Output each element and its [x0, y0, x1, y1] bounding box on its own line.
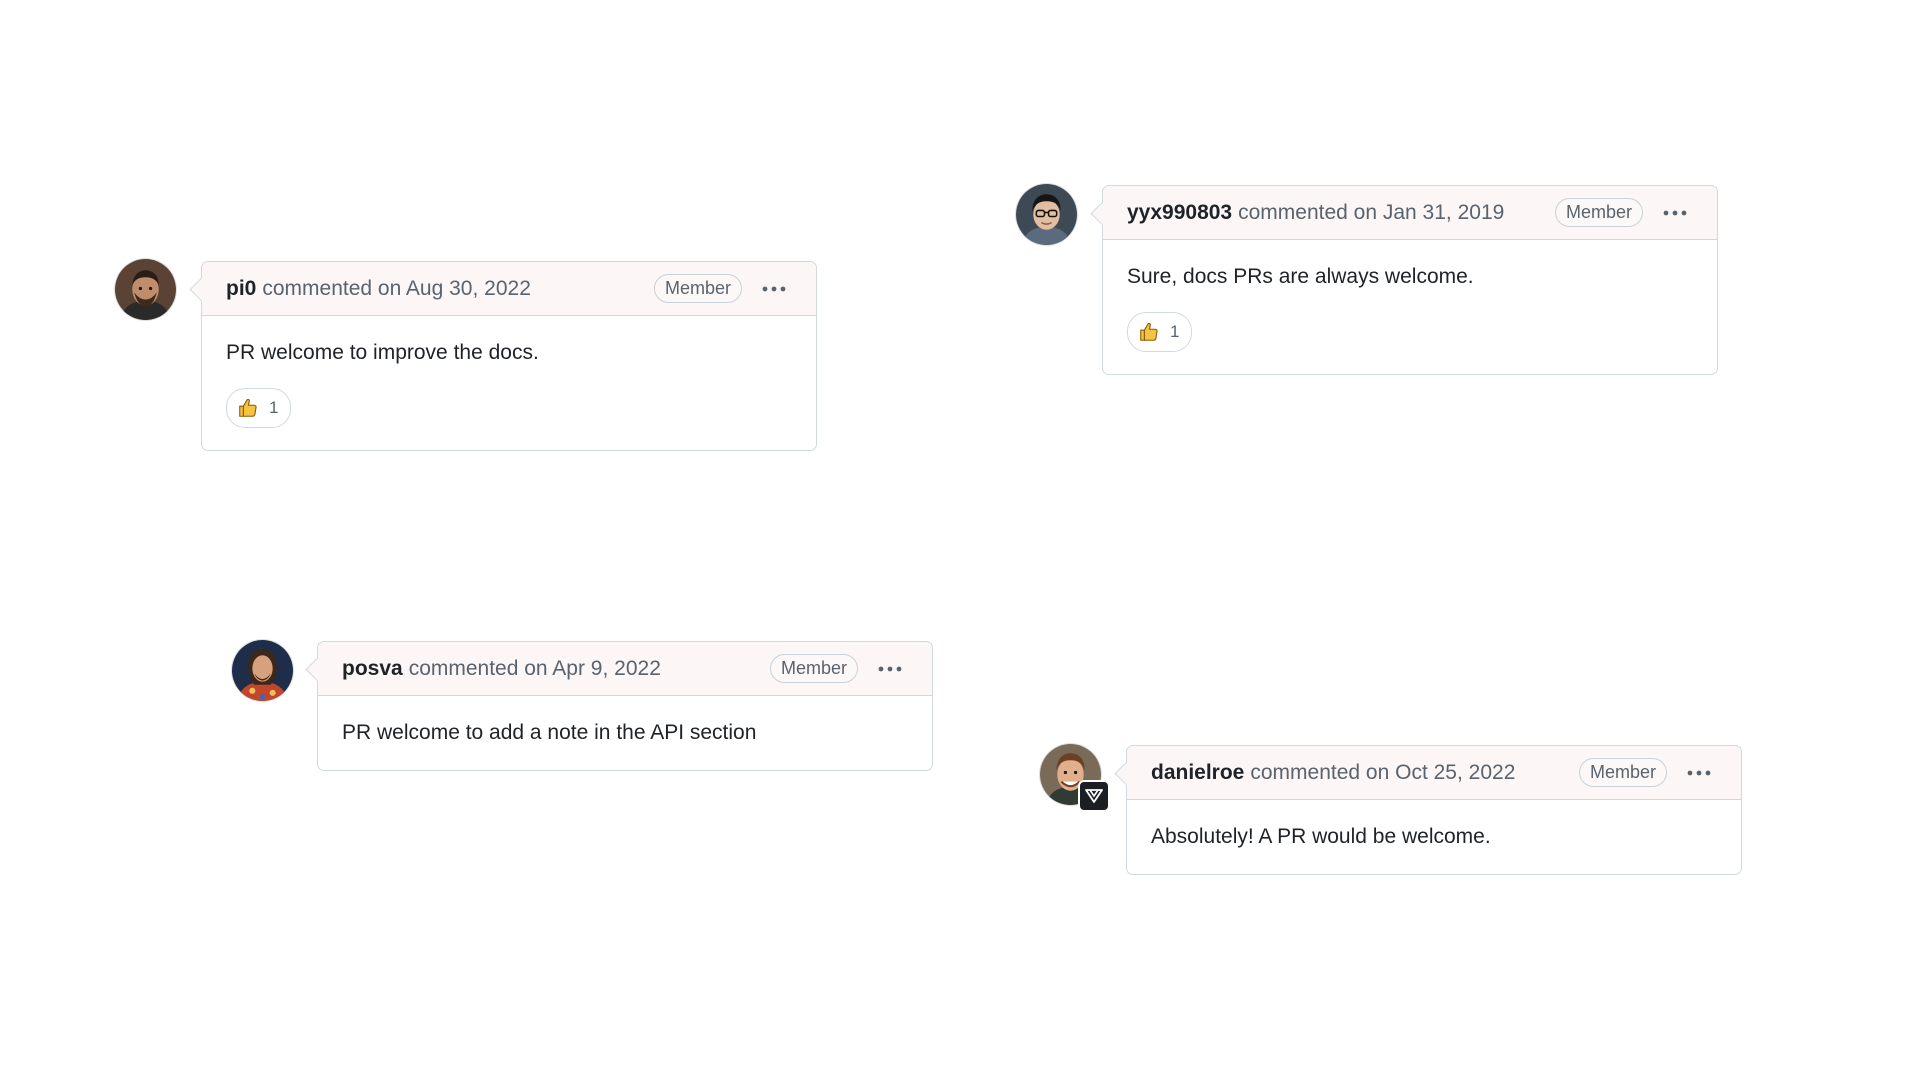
reaction-count: 1 — [1170, 322, 1180, 341]
comment-header: danielroe commented on Oct 25, 2022 Memb… — [1127, 746, 1741, 800]
kebab-horizontal-icon — [878, 666, 902, 671]
comment-text: PR welcome to improve the docs. — [226, 341, 539, 364]
reactions-bar: 1 — [1127, 312, 1693, 352]
comment-timestamp[interactable]: commented on Apr 9, 2022 — [409, 657, 661, 681]
avatar-yyx990803[interactable] — [1016, 184, 1077, 245]
more-options-button[interactable] — [1681, 757, 1717, 789]
comment-text: PR welcome to add a note in the API sect… — [342, 721, 757, 744]
thumbs-up-icon — [1140, 322, 1158, 341]
member-badge: Member — [1578, 758, 1667, 787]
more-options-button[interactable] — [756, 273, 792, 305]
kebab-horizontal-icon — [1663, 210, 1687, 215]
comment-box: posva commented on Apr 9, 2022 Member PR… — [317, 641, 933, 771]
comment-text: Absolutely! A PR would be welcome. — [1151, 825, 1491, 848]
thumbs-up-reaction[interactable]: 1 — [1127, 312, 1193, 352]
comment-timestamp[interactable]: commented on Aug 30, 2022 — [262, 277, 531, 301]
thumbs-up-reaction[interactable]: 1 — [226, 388, 292, 428]
comment-body: Absolutely! A PR would be welcome. — [1127, 800, 1741, 874]
avatar-image — [1016, 184, 1077, 245]
comment-body: PR welcome to improve the docs. 1 — [202, 316, 816, 450]
comment-box: yyx990803 commented on Jan 31, 2019 Memb… — [1102, 185, 1718, 375]
comment-timestamp[interactable]: commented on Jan 31, 2019 — [1238, 201, 1504, 225]
comment-header: yyx990803 commented on Jan 31, 2019 Memb… — [1103, 186, 1717, 240]
kebab-horizontal-icon — [762, 286, 786, 291]
reaction-count: 1 — [269, 398, 279, 417]
author-link[interactable]: posva — [342, 657, 403, 681]
comments-canvas: pi0 commented on Aug 30, 2022 Member PR … — [0, 0, 1920, 1080]
comment-header: pi0 commented on Aug 30, 2022 Member — [202, 262, 816, 316]
avatar-image — [232, 640, 293, 701]
comment-body: Sure, docs PRs are always welcome. 1 — [1103, 240, 1717, 374]
author-link[interactable]: yyx990803 — [1127, 201, 1232, 225]
more-options-button[interactable] — [1657, 197, 1693, 229]
avatar-posva[interactable] — [232, 640, 293, 701]
comment-box: pi0 commented on Aug 30, 2022 Member PR … — [201, 261, 817, 451]
vercel-logo-icon — [1078, 780, 1110, 812]
thumbs-up-icon — [239, 398, 257, 417]
avatar-image — [115, 259, 176, 320]
comment-header: posva commented on Apr 9, 2022 Member — [318, 642, 932, 696]
member-badge: Member — [769, 654, 858, 683]
comment-text: Sure, docs PRs are always welcome. — [1127, 265, 1474, 288]
avatar-pi0[interactable] — [115, 259, 176, 320]
kebab-horizontal-icon — [1687, 770, 1711, 775]
more-options-button[interactable] — [872, 653, 908, 685]
comment-box: danielroe commented on Oct 25, 2022 Memb… — [1126, 745, 1742, 875]
comment-body: PR welcome to add a note in the API sect… — [318, 696, 932, 770]
reactions-bar: 1 — [226, 388, 792, 428]
comment-timestamp[interactable]: commented on Oct 25, 2022 — [1250, 761, 1515, 785]
author-link[interactable]: danielroe — [1151, 761, 1244, 785]
member-badge: Member — [1554, 198, 1643, 227]
member-badge: Member — [653, 274, 742, 303]
author-link[interactable]: pi0 — [226, 277, 256, 301]
